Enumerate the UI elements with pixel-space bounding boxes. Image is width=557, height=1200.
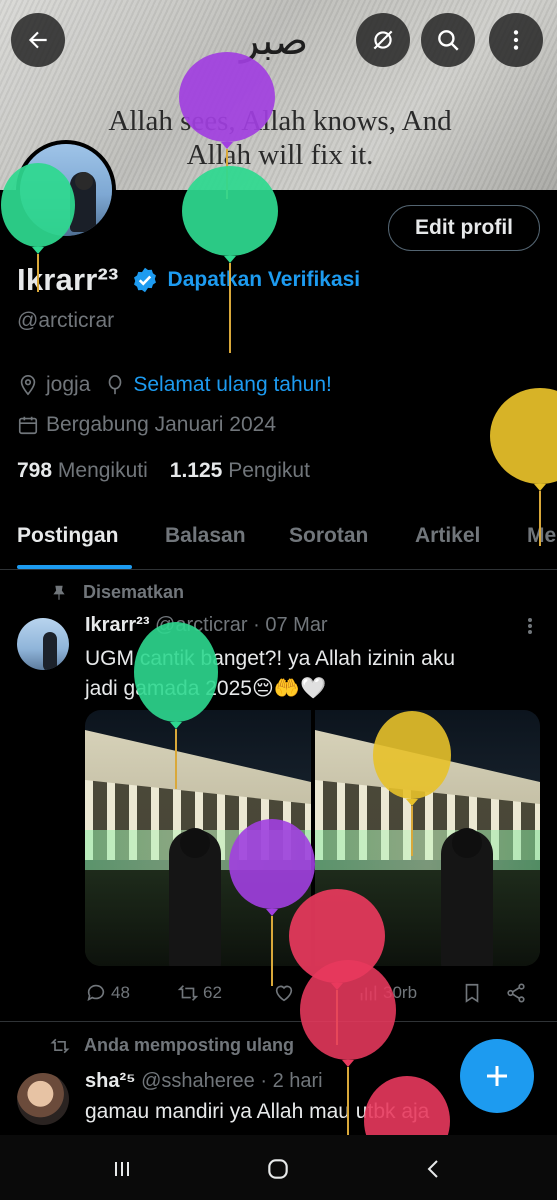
followers-link[interactable]: 1.125 Pengikut [170,459,310,483]
following-link[interactable]: 798 Mengikuti [17,459,148,483]
verified-badge-icon[interactable] [131,266,159,294]
green-balloon-icon [134,620,218,790]
search-button[interactable] [421,13,475,67]
profile-tabs: Postingan Balasan Sorotan Artikel Me [0,514,557,570]
green-balloon-icon [0,163,76,293]
system-back-button[interactable] [414,1149,454,1189]
banner-quote-line-2: Allah will fix it. [186,139,374,171]
system-navigation-bar [0,1135,557,1200]
tab-balasan[interactable]: Balasan [165,524,246,548]
tweet-author-avatar[interactable] [17,618,69,670]
reply-button[interactable]: 48 [85,982,130,1004]
more-button[interactable] [489,13,543,67]
repost-author-avatar[interactable] [17,1073,69,1125]
compose-post-button[interactable] [460,1039,534,1113]
active-tab-indicator [17,565,132,569]
following-label: Mengikuti [57,459,148,482]
bookmark-button[interactable] [461,982,487,1004]
repost-indicator: Anda memposting ulang [50,1035,294,1056]
calendar-icon [18,416,38,435]
repost-label: Anda memposting ulang [84,1035,295,1055]
follow-stats: 798 Mengikuti 1.125 Pengikut [17,459,310,483]
yellow-balloon-icon [372,710,452,860]
home-button[interactable] [258,1149,298,1189]
tab-postingan[interactable]: Postingan [17,524,119,548]
location-text: jogja [46,373,91,396]
no-sync-button[interactable] [356,13,410,67]
red-balloon-icon [363,1076,451,1135]
repost-icon [177,985,199,1001]
home-icon [268,1159,288,1179]
bookmark-icon [465,983,479,1003]
search-icon [438,30,459,51]
arrow-left-icon [28,31,47,49]
pin-icon [53,585,65,600]
followers-label: Pengikut [228,459,310,482]
repost-count: 62 [203,983,222,1002]
recent-apps-button[interactable] [102,1149,142,1189]
repost-author-handle: @sshaheree · 2 hari [141,1070,323,1092]
green-balloon-icon [180,166,280,356]
recent-apps-icon [115,1162,129,1176]
back-button[interactable] [11,13,65,67]
location-pin-icon [20,375,36,396]
repost-author-name[interactable]: sha²⁵ [85,1070,136,1092]
plus-icon [487,1066,507,1086]
followers-count: 1.125 [169,459,223,482]
reply-count: 48 [111,983,130,1002]
tweet-more-icon[interactable] [520,614,540,638]
tab-sorotan[interactable]: Sorotan [289,524,368,548]
pinned-label: Disematkan [83,582,185,602]
banner-quote-line-1: Allah sees, Allah knows, And [108,105,452,137]
no-sync-icon [373,30,393,50]
edit-profile-button[interactable]: Edit profil [388,205,540,251]
joined-row: Bergabung Januari 2024 [17,413,276,437]
following-count: 798 [17,459,53,482]
share-icon [507,983,525,1003]
pinned-indicator: Disematkan [50,582,184,603]
repost-small-icon [50,1038,70,1053]
balloon-icon [109,375,122,395]
tab-artikel[interactable]: Artikel [415,524,480,548]
joined-date: Bergabung Januari 2024 [46,413,277,436]
reply-icon [87,984,105,1001]
more-vertical-icon [513,30,519,50]
repost-header: sha²⁵ @sshaheree · 2 hari [85,1070,323,1093]
repost-button[interactable]: 62 [177,982,222,1004]
location-row: jogja Selamat ulang tahun! [17,373,332,397]
tweet-divider [0,1021,557,1022]
profile-handle: @arcticrar [17,309,115,332]
banner-quote: Allah sees, Allah knows, And Allah will … [70,104,490,172]
share-button[interactable] [505,982,531,1004]
chevron-left-icon [427,1160,438,1178]
yellow-balloon-icon [490,388,557,548]
birthday-link[interactable]: Selamat ulang tahun! [133,373,331,397]
